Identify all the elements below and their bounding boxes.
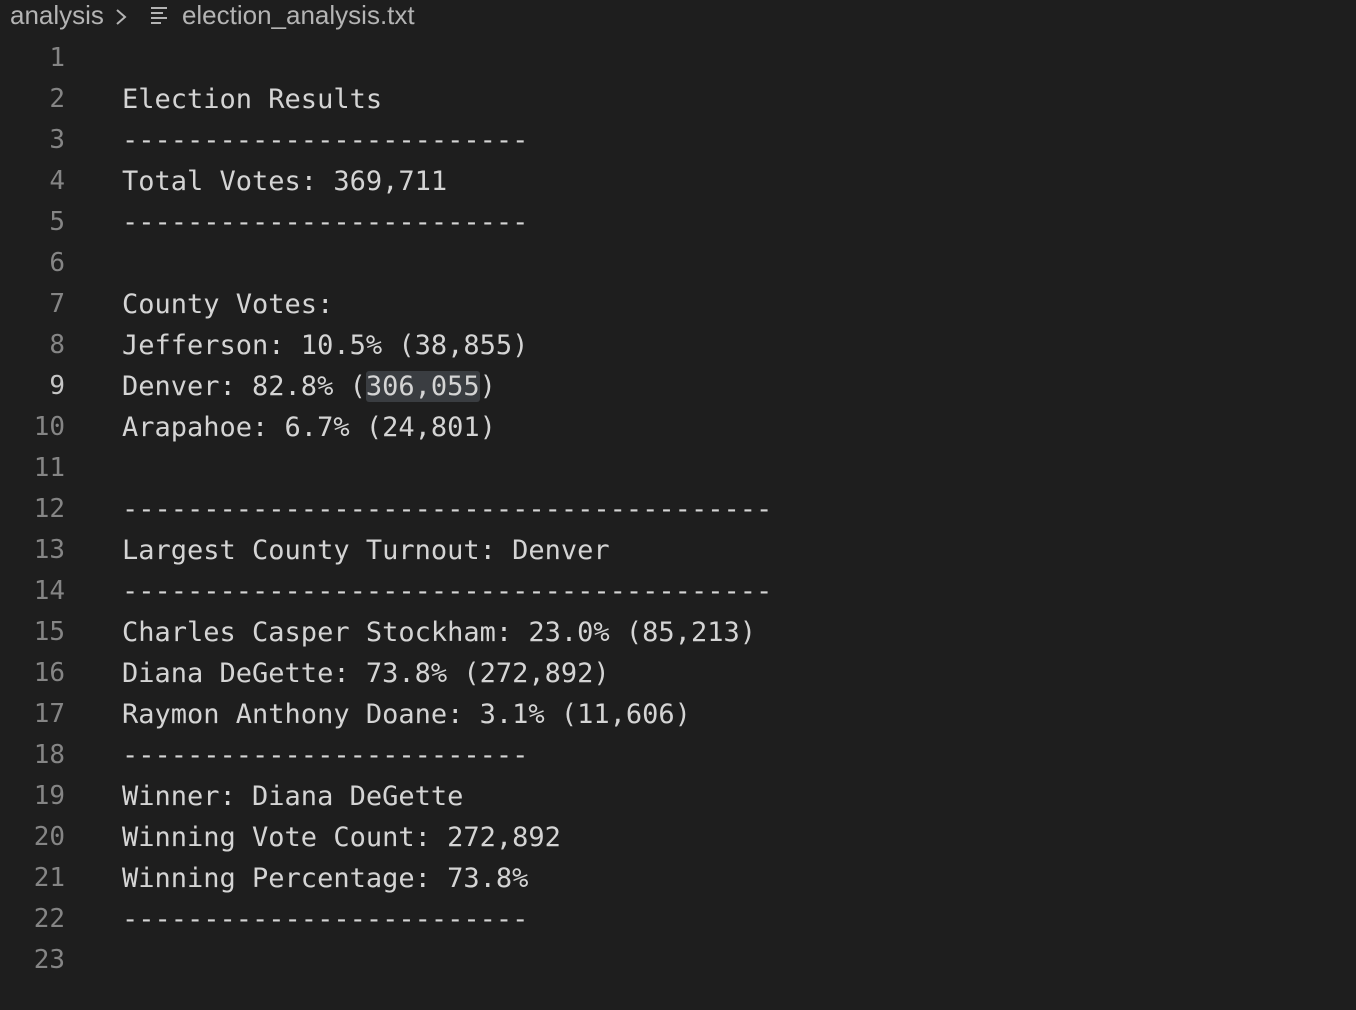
editor-line[interactable]: 9 Denver: 82.8% (306,055) (0, 366, 1356, 407)
editor-line[interactable]: 19 Winner: Diana DeGette (0, 776, 1356, 817)
line-number: 20 (33, 822, 65, 852)
line-text[interactable]: Denver: 82.8% (306,055) (122, 366, 496, 407)
line-number: 6 (49, 248, 65, 278)
line-number: 9 (49, 371, 65, 401)
editor-line[interactable]: 3 ------------------------- (0, 120, 1356, 161)
line-number: 12 (33, 494, 65, 524)
line-text[interactable]: ---------------------------------------- (122, 489, 772, 530)
breadcrumb-folder[interactable]: analysis (10, 0, 104, 31)
editor-line[interactable]: 8 Jefferson: 10.5% (38,855) (0, 325, 1356, 366)
line-text[interactable]: Winning Percentage: 73.8% (122, 858, 528, 899)
line-text[interactable]: Raymon Anthony Doane: 3.1% (11,606) (122, 694, 691, 735)
editor-line[interactable]: 17 Raymon Anthony Doane: 3.1% (11,606) (0, 694, 1356, 735)
line-number: 11 (33, 453, 65, 483)
line-number: 14 (33, 576, 65, 606)
chevron-right-icon (116, 9, 127, 25)
editor-line[interactable]: 7 County Votes: (0, 284, 1356, 325)
line-text[interactable]: Diana DeGette: 73.8% (272,892) (122, 653, 610, 694)
line-number: 18 (33, 740, 65, 770)
line-number: 22 (33, 904, 65, 934)
line-number: 10 (33, 412, 65, 442)
editor-line[interactable]: 4 Total Votes: 369,711 (0, 161, 1356, 202)
line-number: 7 (49, 289, 65, 319)
text-editor[interactable]: 1 2 Election Results 3 ---------------------… (0, 38, 1356, 981)
editor-line[interactable]: 6 (0, 243, 1356, 284)
line-text-segment: ) (479, 371, 496, 402)
editor-line[interactable]: 5 ------------------------- (0, 202, 1356, 243)
line-text[interactable]: County Votes: (122, 284, 333, 325)
line-text[interactable]: Largest County Turnout: Denver (122, 530, 610, 571)
editor-line[interactable]: 13 Largest County Turnout: Denver (0, 530, 1356, 571)
line-text[interactable]: Jefferson: 10.5% (38,855) (122, 325, 528, 366)
line-text[interactable]: ------------------------- (122, 899, 528, 940)
line-text[interactable]: ------------------------- (122, 202, 528, 243)
line-number: 13 (33, 535, 65, 565)
line-number: 19 (33, 781, 65, 811)
line-text[interactable]: Arapahoe: 6.7% (24,801) (122, 407, 496, 448)
line-text[interactable]: Election Results (122, 79, 382, 120)
line-text-segment: Denver: 82.8% ( (122, 371, 366, 402)
editor-line[interactable]: 16 Diana DeGette: 73.8% (272,892) (0, 653, 1356, 694)
editor-line[interactable]: 14 --------------------------------------… (0, 571, 1356, 612)
line-text[interactable]: ---------------------------------------- (122, 571, 772, 612)
line-text[interactable]: Winner: Diana DeGette (122, 776, 463, 817)
editor-line[interactable]: 11 (0, 448, 1356, 489)
editor-line[interactable]: 18 ------------------------- (0, 735, 1356, 776)
line-number: 8 (49, 330, 65, 360)
text-file-icon (150, 7, 167, 24)
line-number: 1 (49, 43, 65, 73)
line-number: 23 (33, 945, 65, 975)
line-number: 2 (49, 84, 65, 114)
editor-line[interactable]: 10 Arapahoe: 6.7% (24,801) (0, 407, 1356, 448)
selection-highlight: 306,055 (365, 371, 480, 402)
line-number: 17 (33, 699, 65, 729)
line-number: 15 (33, 617, 65, 647)
editor-line[interactable]: 1 (0, 38, 1356, 79)
line-text[interactable]: ------------------------- (122, 735, 528, 776)
line-text[interactable]: Winning Vote Count: 272,892 (122, 817, 561, 858)
line-number: 21 (33, 863, 65, 893)
editor-line[interactable]: 23 (0, 940, 1356, 981)
breadcrumb: analysis election_analysis.txt (0, 0, 1356, 34)
editor-line[interactable]: 20 Winning Vote Count: 272,892 (0, 817, 1356, 858)
editor-line[interactable]: 15 Charles Casper Stockham: 23.0% (85,213… (0, 612, 1356, 653)
editor-line[interactable]: 21 Winning Percentage: 73.8% (0, 858, 1356, 899)
line-text[interactable]: Total Votes: 369,711 (122, 161, 447, 202)
line-text[interactable]: Charles Casper Stockham: 23.0% (85,213) (122, 612, 756, 653)
line-number: 4 (49, 166, 65, 196)
line-text[interactable]: ------------------------- (122, 120, 528, 161)
editor-line[interactable]: 12 --------------------------------------… (0, 489, 1356, 530)
line-number: 3 (49, 125, 65, 155)
editor-line[interactable]: 22 ------------------------- (0, 899, 1356, 940)
line-number: 16 (33, 658, 65, 688)
editor-line[interactable]: 2 Election Results (0, 79, 1356, 120)
breadcrumb-file[interactable]: election_analysis.txt (182, 0, 415, 31)
line-number: 5 (49, 207, 65, 237)
